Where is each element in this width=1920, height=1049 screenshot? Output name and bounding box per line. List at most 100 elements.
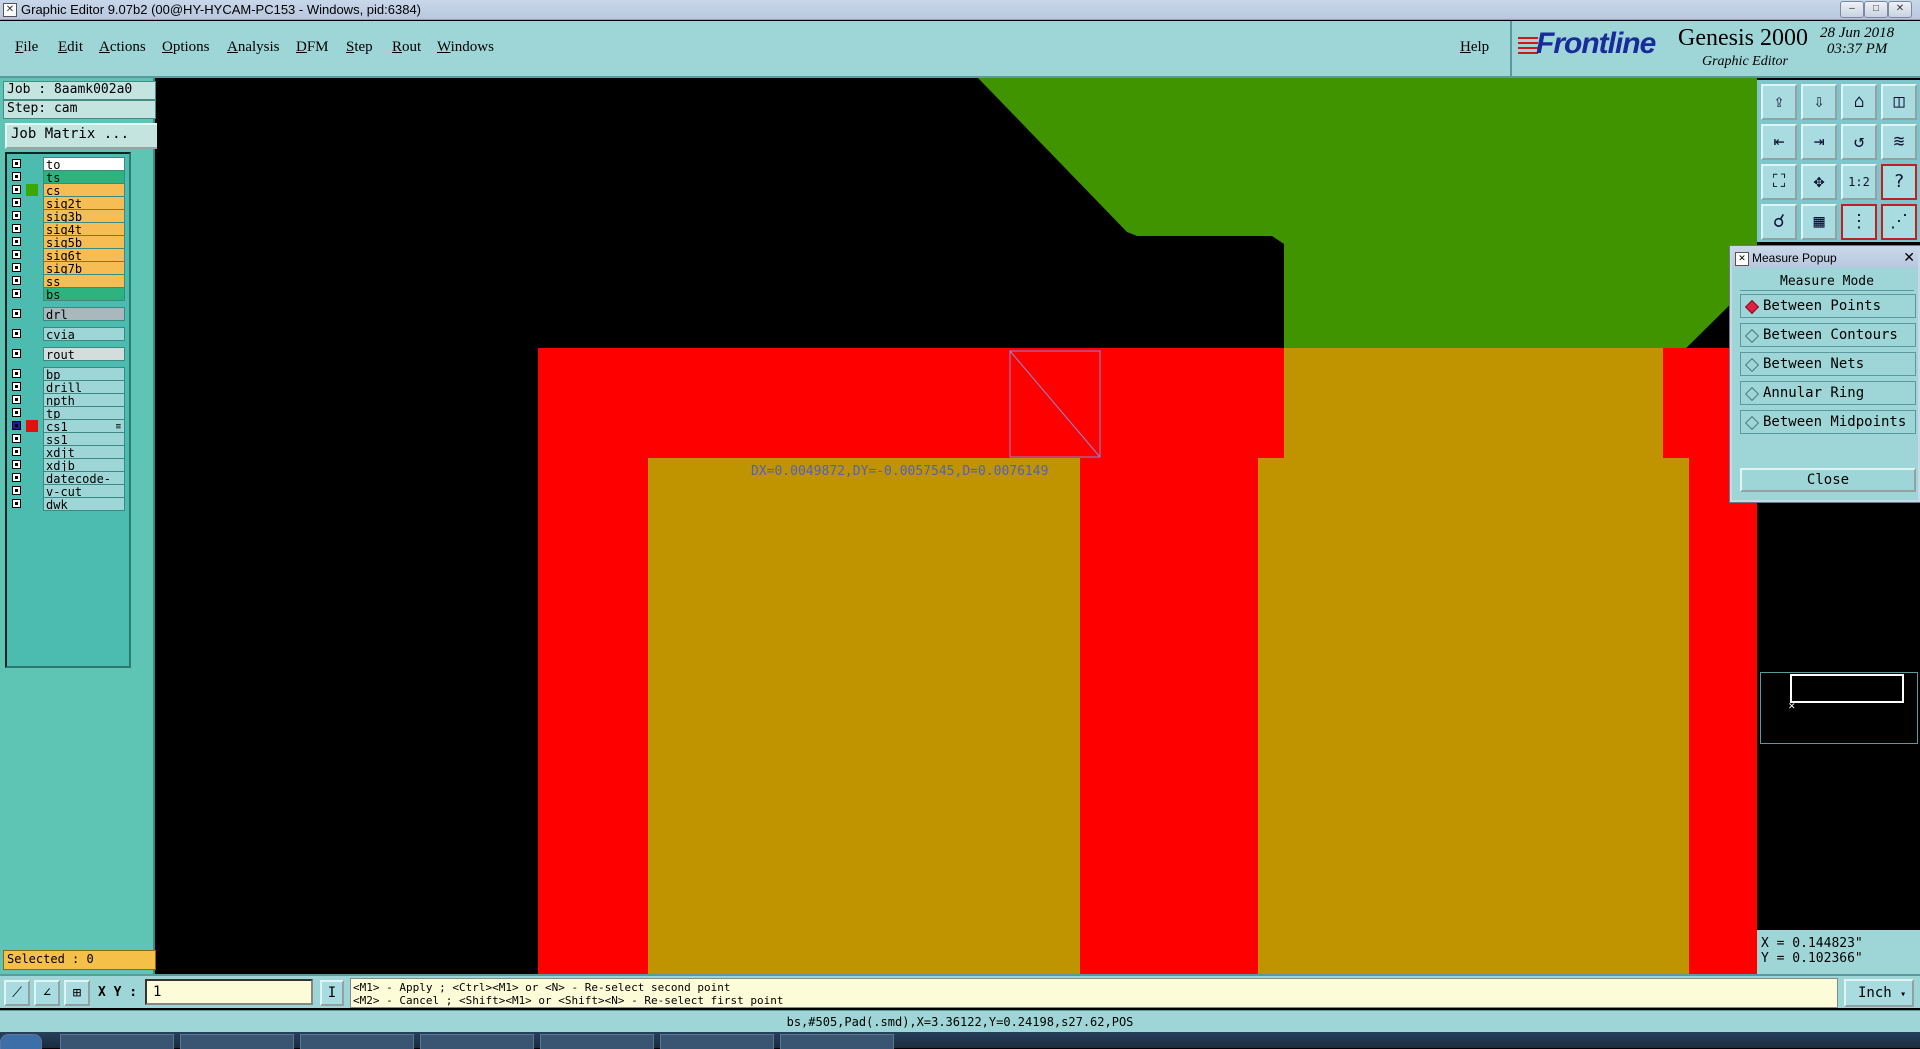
layer-row-tp[interactable]: tp (9, 406, 125, 421)
zoom-fit-icon[interactable]: ⛶ (1761, 164, 1797, 200)
layer-checkbox[interactable] (12, 224, 21, 233)
taskbar-item[interactable] (60, 1034, 174, 1049)
layer-name[interactable]: ts (43, 170, 125, 185)
layer-name[interactable]: drill (43, 380, 125, 395)
layer-name[interactable]: datecode-cs (43, 471, 125, 500)
graphic-canvas[interactable]: DX=0.0049872,DY=-0.0057545,D=0.0076149 (157, 78, 1757, 974)
layer-row-drill[interactable]: drill (9, 380, 125, 395)
layer-checkbox[interactable] (12, 382, 21, 391)
layer-row-sig3b[interactable]: sig3b (9, 209, 125, 224)
taskbar-item[interactable] (660, 1034, 774, 1049)
pan-right-icon[interactable]: ⇥ (1801, 124, 1837, 160)
layer-name[interactable]: sig4t (43, 222, 125, 237)
measure-option-between-contours[interactable]: Between Contours (1740, 323, 1916, 347)
layer-row-bs[interactable]: bs (9, 287, 125, 302)
layer-checkbox[interactable] (12, 395, 21, 404)
menu-options[interactable]: Options (162, 39, 210, 56)
layer-name[interactable]: cs1 ≡ (43, 419, 125, 434)
layer-row-datecode-cs[interactable]: datecode-cs (9, 471, 125, 500)
taskbar-item[interactable] (780, 1034, 894, 1049)
popup-close-icon[interactable]: ✕ (1903, 247, 1915, 267)
zoom-center-icon[interactable]: ✥ (1801, 164, 1837, 200)
layer-name[interactable]: xdjb (43, 458, 125, 473)
layer-name[interactable]: ss (43, 274, 125, 289)
layer-row-dwk[interactable]: dwk (9, 497, 125, 512)
grid-icon[interactable]: ▦ (1801, 204, 1837, 240)
layer-checkbox[interactable] (12, 159, 21, 168)
snap-mode-icon[interactable]: ⟋ (4, 980, 30, 1006)
layer-name[interactable]: to (43, 157, 125, 172)
layer-name[interactable]: xdjt (43, 445, 125, 460)
layer-checkbox[interactable] (12, 289, 21, 298)
job-matrix-button[interactable]: Job Matrix ... (5, 123, 159, 149)
layer-checkbox[interactable] (12, 473, 21, 482)
layer-row-sig2t[interactable]: sig2t (9, 196, 125, 211)
layer-row-xdjb[interactable]: xdjb (9, 458, 125, 473)
layer-row-npth[interactable]: npth (9, 393, 125, 408)
layer-checkbox[interactable] (12, 263, 21, 272)
overview-map[interactable]: ✕ (1760, 672, 1918, 744)
layer-name[interactable]: npth (43, 393, 125, 408)
pan-left-icon[interactable]: ⇤ (1761, 124, 1797, 160)
layer-row-to[interactable]: to (9, 157, 125, 172)
layer-row-sig5b[interactable]: sig5b (9, 235, 125, 250)
layer-checkbox[interactable] (12, 434, 21, 443)
layer-row-bp[interactable]: bp (9, 367, 125, 382)
layer-checkbox[interactable] (12, 421, 21, 430)
layer-name[interactable]: sig2t (43, 196, 125, 211)
layer-row-sig4t[interactable]: sig4t (9, 222, 125, 237)
layer-row-xdjt[interactable]: xdjt (9, 445, 125, 460)
layer-row-cs1[interactable]: cs1 ≡ (9, 419, 125, 434)
layer-name[interactable]: rout (43, 347, 125, 362)
layer-checkbox[interactable] (12, 237, 21, 246)
layer-checkbox[interactable] (12, 185, 21, 194)
menu-step[interactable]: Step (346, 39, 373, 56)
minimize-button[interactable]: – (1840, 1, 1864, 18)
maximize-button[interactable]: □ (1864, 1, 1888, 18)
popup-close-button[interactable]: Close (1740, 468, 1916, 492)
menu-rout[interactable]: Rout (392, 39, 421, 56)
layer-checkbox[interactable] (12, 369, 21, 378)
net-icon[interactable]: ⋰ (1881, 204, 1917, 240)
layer-name[interactable]: sig6t (43, 248, 125, 263)
layer-row-cvia[interactable]: cvia (9, 327, 125, 342)
measure-option-annular-ring[interactable]: Annular Ring (1740, 381, 1916, 405)
layer-checkbox[interactable] (12, 447, 21, 456)
layer-row-ss1[interactable]: ss1 (9, 432, 125, 447)
menu-actions[interactable]: Actions (99, 39, 146, 56)
layer-name[interactable]: cs (43, 183, 125, 198)
layer-checkbox[interactable] (12, 276, 21, 285)
menu-edit[interactable]: Edit (58, 39, 83, 56)
layer-checkbox[interactable] (12, 250, 21, 259)
layer-checkbox[interactable] (12, 211, 21, 220)
menu-file[interactable]: File (15, 39, 38, 56)
taskbar-item[interactable] (300, 1034, 414, 1049)
layer-checkbox[interactable] (12, 486, 21, 495)
layer-row-drl[interactable]: drl (9, 307, 125, 322)
layer-name[interactable]: v-cut (43, 484, 125, 499)
layer-row-sig6t[interactable]: sig6t (9, 248, 125, 263)
close-window-button[interactable]: ✕ (1888, 1, 1912, 18)
layer-checkbox[interactable] (12, 460, 21, 469)
layer-name[interactable]: bs (43, 287, 125, 302)
layer-checkbox[interactable] (12, 349, 21, 358)
layer-checkbox[interactable] (12, 499, 21, 508)
layer-name[interactable]: sig7b (43, 261, 125, 276)
menu-dfm[interactable]: DFM (296, 39, 329, 56)
layer-name[interactable]: cvia (43, 327, 125, 342)
taskbar-item[interactable] (540, 1034, 654, 1049)
layer-checkbox[interactable] (12, 329, 21, 338)
measure-tool-icon[interactable]: ☌ (1761, 204, 1797, 240)
layer-row-sig7b[interactable]: sig7b (9, 261, 125, 276)
import-icon[interactable]: ⇪ (1761, 84, 1797, 120)
split-view-icon[interactable]: ◫ (1881, 84, 1917, 120)
info-button[interactable]: I (320, 980, 344, 1006)
start-button-icon[interactable] (0, 1034, 42, 1049)
layer-row-cs[interactable]: cs (9, 183, 125, 198)
layer-row-ts[interactable]: ts (9, 170, 125, 185)
menu-help[interactable]: Help (1460, 39, 1489, 56)
measure-option-between-points[interactable]: Between Points (1740, 294, 1916, 318)
layer-name[interactable]: drl (43, 307, 125, 322)
layer-name[interactable]: bp (43, 367, 125, 382)
menu-analysis[interactable]: Analysis (227, 39, 280, 56)
